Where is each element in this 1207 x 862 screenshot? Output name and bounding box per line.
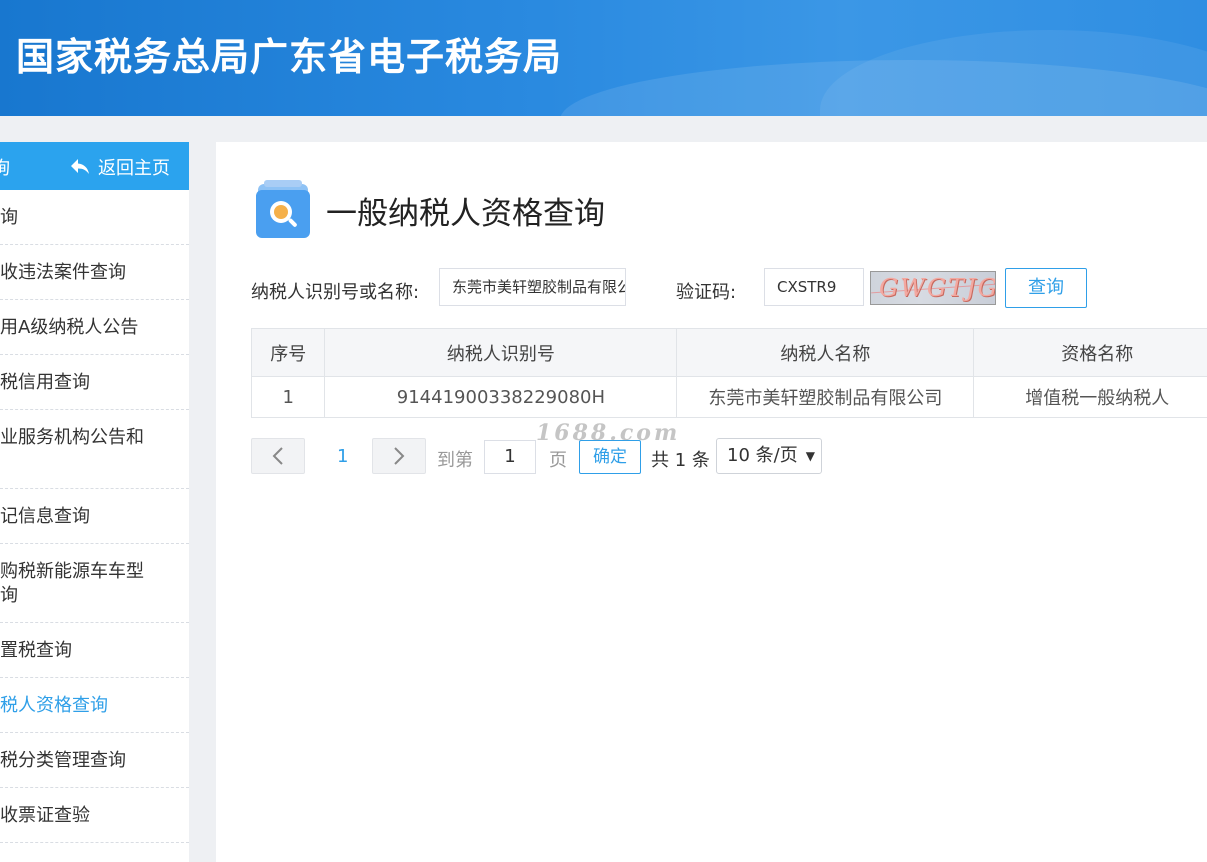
sidebar-item-label: 查询 bbox=[0, 207, 18, 228]
table-header-row: 序号 纳税人识别号 纳税人名称 资格名称 bbox=[250, 328, 1207, 377]
table-cell: 91441900338229080H bbox=[324, 376, 678, 418]
sidebar-item-label: 车购税新能源车车型 查询 bbox=[0, 561, 144, 606]
sidebar-item[interactable]: 专业服务机构公告和 bbox=[0, 410, 189, 489]
current-page-number[interactable]: 1 bbox=[337, 446, 348, 467]
sidebar-item[interactable]: 查询 bbox=[0, 190, 189, 245]
captcha-image[interactable]: GWGTJG bbox=[870, 271, 996, 305]
sidebar-item-label: 信用A级纳税人公告 bbox=[0, 317, 139, 338]
column-header: 序号 bbox=[250, 328, 326, 377]
sidebar-item[interactable]: 登记信息查询 bbox=[0, 489, 189, 544]
captcha-text: GWGTJG bbox=[879, 274, 996, 302]
taxpayer-input[interactable]: 东莞市美轩塑胶制品有限公 bbox=[439, 268, 626, 306]
sidebar-item[interactable]: 车购税新能源车车型 查询 bbox=[0, 544, 189, 623]
back-home-label: 返回主页 bbox=[98, 158, 170, 179]
sidebar-item-label: 税收违法案件查询 bbox=[0, 262, 126, 283]
sidebar-item[interactable]: 退税分类管理查询 bbox=[0, 733, 189, 788]
sidebar-item-label: 登记信息查询 bbox=[0, 506, 90, 527]
main-panel: 一般纳税人资格查询 纳税人识别号或名称: 东莞市美轩塑胶制品有限公 验证码: C… bbox=[216, 142, 1207, 862]
captcha-input[interactable]: CXSTR9 bbox=[764, 268, 864, 306]
header-banner: 国家税务总局广东省电子税务局 bbox=[0, 0, 1207, 116]
page-unit-label: 页 bbox=[549, 450, 567, 471]
goto-page-input[interactable]: 1 bbox=[484, 440, 536, 474]
sidebar-item-taxpayer-qualification[interactable]: 纳税人资格查询 bbox=[0, 678, 189, 733]
table-row: 1 91441900338229080H 东莞市美轩塑胶制品有限公司 增值税一般… bbox=[250, 376, 1207, 418]
site-title: 国家税务总局广东省电子税务局 bbox=[16, 35, 563, 79]
sidebar-item-label: 购置税查询 bbox=[0, 640, 72, 661]
taxpayer-label: 纳税人识别号或名称: bbox=[251, 282, 420, 303]
query-button[interactable]: 查询 bbox=[1005, 268, 1087, 308]
chevron-down-icon: ▼ bbox=[805, 449, 815, 463]
sidebar-item-label: 纳税人资格查询 bbox=[0, 695, 108, 716]
search-document-icon bbox=[256, 180, 310, 238]
reply-arrow-icon bbox=[71, 159, 89, 174]
result-table: 序号 纳税人识别号 纳税人名称 资格名称 1 91441900338229080… bbox=[250, 328, 1207, 418]
page-size-value: 10 条/页 bbox=[727, 445, 798, 466]
table-cell: 1 bbox=[250, 376, 326, 418]
sidebar-item[interactable]: 信用A级纳税人公告 bbox=[0, 300, 189, 355]
sidebar-item-label: 退税分类管理查询 bbox=[0, 750, 126, 771]
captcha-label: 验证码: bbox=[676, 282, 737, 303]
sidebar-menu: 查询 税收违法案件查询 信用A级纳税人公告 纳税信用查询 专业服务机构公告和 登… bbox=[0, 190, 189, 843]
sidebar-header-title: 询 bbox=[0, 158, 10, 179]
sidebar-header: 询 返回主页 bbox=[0, 142, 189, 190]
header-decoration bbox=[820, 30, 1207, 116]
back-home-button[interactable]: 返回主页 bbox=[70, 154, 170, 180]
chevron-left-icon bbox=[272, 447, 283, 465]
column-header: 资格名称 bbox=[973, 328, 1207, 377]
watermark: 1688.com bbox=[536, 420, 681, 446]
sidebar-item-label: 纳税信用查询 bbox=[0, 372, 90, 393]
sidebar-item-label: 税收票证查验 bbox=[0, 805, 90, 826]
sidebar-item-label: 专业服务机构公告和 bbox=[0, 427, 144, 448]
next-page-button[interactable] bbox=[372, 438, 426, 474]
sidebar-item[interactable]: 购置税查询 bbox=[0, 623, 189, 678]
total-count: 共 1 条 bbox=[651, 450, 710, 471]
prev-page-button[interactable] bbox=[251, 438, 305, 474]
goto-label: 到第 bbox=[437, 450, 473, 471]
table-cell: 增值税一般纳税人 bbox=[973, 376, 1207, 418]
table-cell: 东莞市美轩塑胶制品有限公司 bbox=[676, 376, 975, 418]
sidebar-item[interactable]: 税收票证查验 bbox=[0, 788, 189, 843]
column-header: 纳税人识别号 bbox=[324, 328, 678, 377]
sidebar-item[interactable]: 税收违法案件查询 bbox=[0, 245, 189, 300]
sidebar-item[interactable]: 纳税信用查询 bbox=[0, 355, 189, 410]
chevron-right-icon bbox=[394, 447, 405, 465]
page-size-select[interactable]: 10 条/页 ▼ bbox=[716, 438, 822, 474]
page-title: 一般纳税人资格查询 bbox=[326, 196, 605, 232]
column-header: 纳税人名称 bbox=[676, 328, 975, 377]
sidebar: 询 返回主页 查询 税收违法案件查询 信用A级纳税人公告 纳税信用查询 专业服务… bbox=[0, 142, 189, 862]
